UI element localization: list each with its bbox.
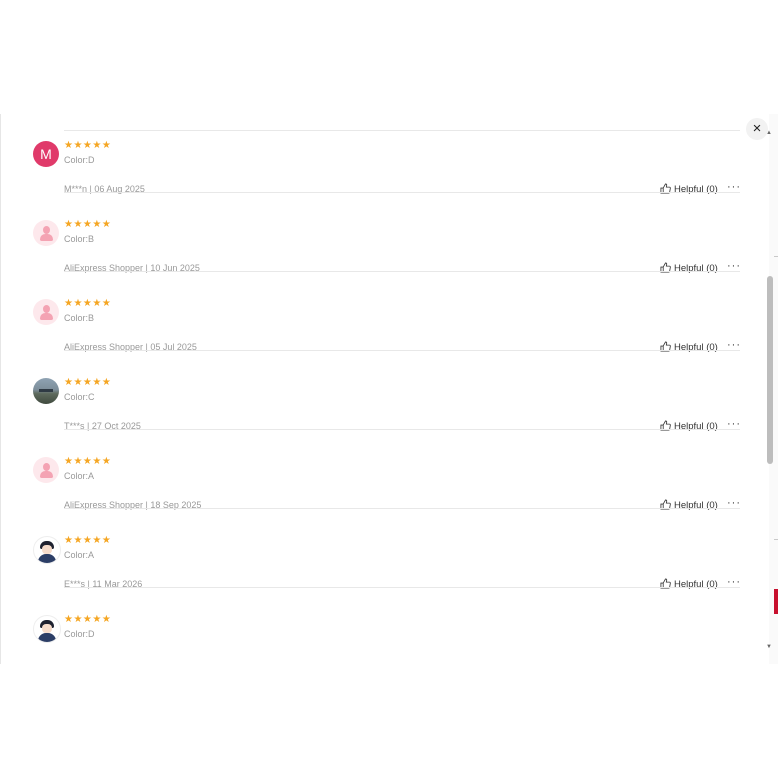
rating-stars: ★★★★★	[64, 614, 112, 625]
rating-stars: ★★★★★	[64, 140, 112, 151]
scroll-down-icon[interactable]: ▼	[766, 644, 772, 650]
variant-label: Color:B	[64, 234, 95, 244]
scrollbar[interactable]: ▲ ▼	[765, 114, 775, 664]
review-item: M ★★★★★ Color:D M***n | 06 Aug 2025 Help…	[1, 114, 769, 195]
scrollbar-thumb[interactable]	[767, 276, 773, 464]
rating-stars: ★★★★★	[64, 298, 112, 309]
default-avatar-icon	[33, 299, 59, 325]
rating-stars: ★★★★★	[64, 535, 112, 546]
rating-stars: ★★★★★	[64, 219, 112, 230]
review-item: ★★★★★ Color:B AliExpress Shopper | 10 Ju…	[1, 193, 769, 274]
rating-stars: ★★★★★	[64, 377, 112, 388]
variant-label: Color:A	[64, 471, 95, 481]
reviews-modal: M ★★★★★ Color:D M***n | 06 Aug 2025 Help…	[0, 114, 769, 664]
cartoon-avatar	[33, 536, 61, 564]
variant-label: Color:B	[64, 313, 95, 323]
review-item: ★★★★★ Color:C T***s | 27 Oct 2025 Helpfu…	[1, 351, 769, 432]
review-item: ★★★★★ Color:D	[1, 588, 769, 664]
review-item: ★★★★★ Color:A AliExpress Shopper | 18 Se…	[1, 430, 769, 511]
review-item: ★★★★★ Color:B AliExpress Shopper | 05 Ju…	[1, 272, 769, 353]
close-icon[interactable]: ×	[746, 118, 768, 140]
variant-label: Color:D	[64, 155, 95, 165]
default-avatar-icon	[33, 457, 59, 483]
photo-avatar	[33, 378, 59, 404]
variant-label: Color:A	[64, 550, 95, 560]
default-avatar-icon	[33, 220, 59, 246]
review-item: ★★★★★ Color:A E***s | 11 Mar 2026 Helpfu…	[1, 509, 769, 590]
variant-label: Color:D	[64, 629, 95, 639]
cartoon-avatar	[33, 615, 61, 643]
rating-stars: ★★★★★	[64, 456, 112, 467]
avatar: M	[33, 141, 59, 167]
variant-label: Color:C	[64, 392, 95, 402]
